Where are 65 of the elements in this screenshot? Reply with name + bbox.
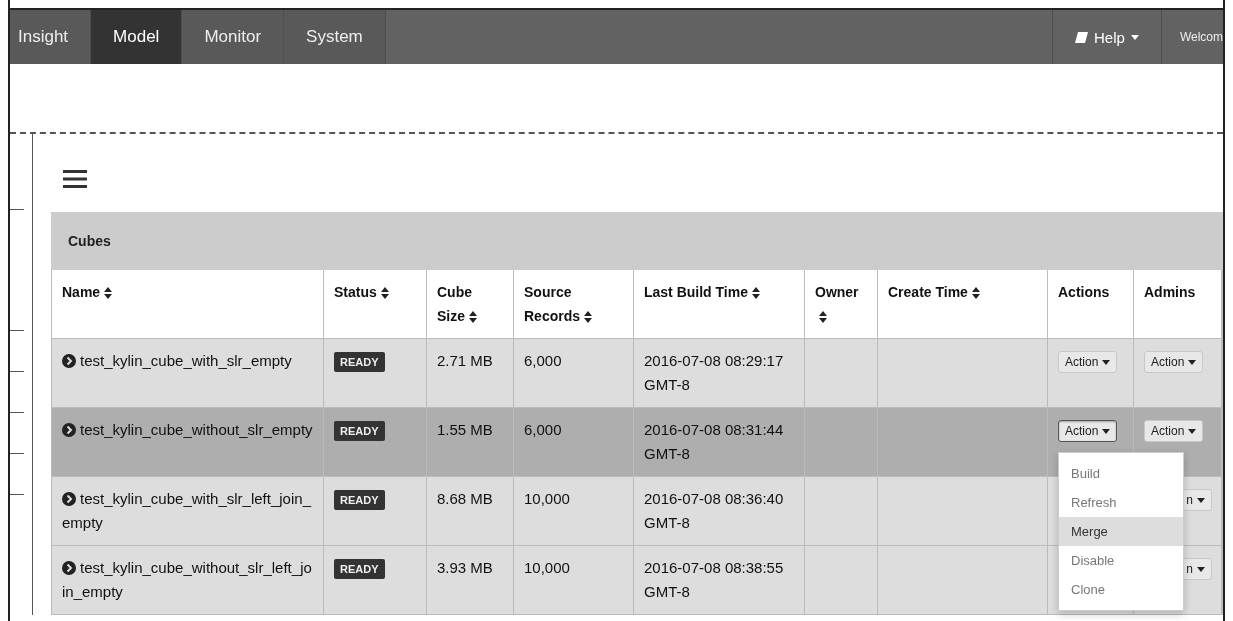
nav-tab[interactable]: Insight — [10, 10, 92, 64]
sort-icon[interactable] — [819, 311, 827, 324]
status-badge: READY — [334, 490, 385, 510]
menu-item[interactable]: Build — [1059, 459, 1183, 488]
table-cell: 3.93 MB — [426, 545, 514, 615]
menu-item[interactable]: Clone — [1059, 575, 1183, 604]
table-cell: test_kylin_cube_with_slr_empty — [51, 338, 324, 408]
nav-tab[interactable]: Monitor — [182, 10, 285, 64]
table-cell: 10,000 — [513, 476, 634, 546]
action-dropdown-button[interactable]: Action — [1144, 420, 1204, 442]
table-cell: 10,000 — [513, 545, 634, 615]
table-cell: 2016-07-08 08:29:17 GMT-8 — [633, 338, 805, 408]
nav-tab[interactable]: System — [284, 10, 386, 64]
table-cell: 1.55 MB — [426, 407, 514, 477]
table-cell: 8.68 MB — [426, 476, 514, 546]
table-cell: test_kylin_cube_with_slr_left_join_empty — [51, 476, 324, 546]
menu-item[interactable]: Disable — [1059, 546, 1183, 575]
sort-icon[interactable] — [104, 287, 113, 300]
table-cell: 6,000 — [513, 407, 634, 477]
nav-tab[interactable]: Model — [91, 10, 183, 64]
caret-icon — [1130, 34, 1139, 40]
caret-icon — [1188, 359, 1197, 365]
book-icon — [1075, 30, 1088, 44]
table-cell: 2016-07-08 08:31:44 GMT-8 — [633, 407, 805, 477]
sort-icon[interactable] — [469, 311, 477, 324]
status-badge: READY — [334, 352, 385, 372]
column-header[interactable]: Cube Size — [426, 270, 514, 339]
status-badge: READY — [334, 559, 385, 579]
caret-icon — [1188, 428, 1197, 434]
column-header: Admins — [1133, 270, 1222, 339]
table-cell: 2016-07-08 08:38:55 GMT-8 — [633, 545, 805, 615]
table-cell: test_kylin_cube_without_slr_left_join_empty — [51, 545, 324, 615]
caret-icon — [1102, 428, 1111, 434]
column-header[interactable]: Owner — [804, 270, 878, 339]
sort-icon[interactable] — [971, 287, 980, 300]
sort-icon[interactable] — [584, 311, 593, 324]
action-dropdown-button[interactable]: Action — [1058, 420, 1118, 442]
table-cell: test_kylin_cube_without_slr_empty — [51, 407, 324, 477]
status-badge: READY — [334, 421, 385, 441]
chevron-circle-icon[interactable] — [62, 561, 76, 575]
column-header[interactable]: Name — [51, 270, 324, 339]
menu-icon[interactable] — [63, 170, 87, 188]
action-dropdown-button[interactable]: Action — [1058, 351, 1118, 373]
menu-item[interactable]: Merge — [1059, 517, 1183, 546]
column-header[interactable]: Status — [323, 270, 427, 339]
chevron-circle-icon[interactable] — [62, 354, 76, 368]
chevron-circle-icon[interactable] — [62, 492, 76, 506]
column-header: Actions — [1047, 270, 1134, 339]
caret-icon — [1197, 497, 1205, 503]
caret-icon — [1197, 566, 1205, 572]
caret-icon — [1102, 359, 1111, 365]
welcome-text: Welcom — [1178, 29, 1223, 46]
column-header[interactable]: Last Build Time — [633, 270, 805, 339]
panel-title: Cubes — [68, 233, 111, 249]
chevron-circle-icon[interactable] — [62, 423, 76, 437]
table-cell: 2016-07-08 08:36:40 GMT-8 — [633, 476, 805, 546]
menu-item[interactable]: Refresh — [1059, 488, 1183, 517]
table-cell: 6,000 — [513, 338, 634, 408]
action-dropdown-button[interactable]: Action — [1144, 351, 1204, 373]
sort-icon[interactable] — [380, 287, 389, 300]
column-header[interactable]: Source Records — [513, 270, 634, 339]
sort-icon[interactable] — [752, 287, 760, 300]
help-menu[interactable]: Help — [1052, 10, 1162, 64]
column-header[interactable]: Create Time — [877, 270, 1048, 339]
table-cell: 2.71 MB — [426, 338, 514, 408]
